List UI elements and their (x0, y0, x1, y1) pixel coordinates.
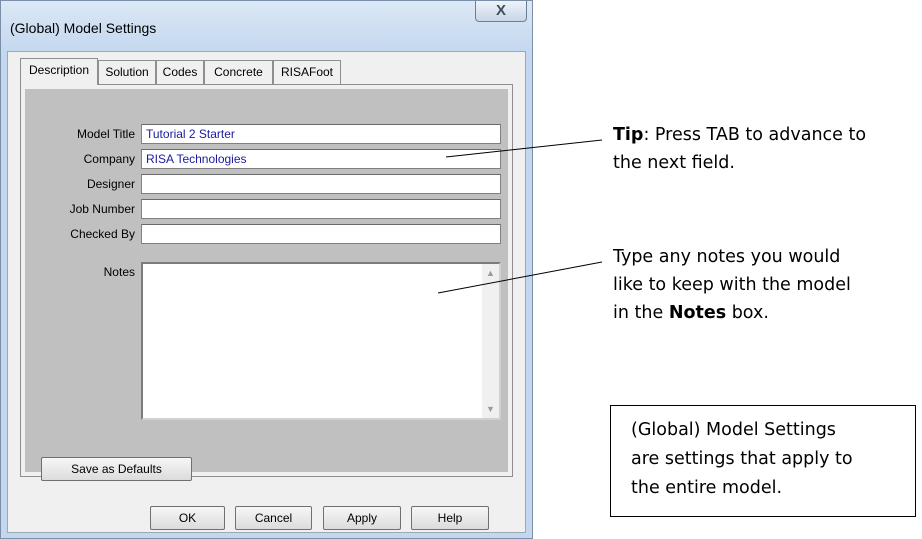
company-input[interactable]: RISA Technologies (141, 149, 501, 169)
designer-label: Designer (86, 177, 135, 191)
model-title-label: Model Title (76, 127, 135, 141)
notes-annotation: Type any notes you would like to keep wi… (613, 243, 851, 327)
notes-annotation-line-3: in the Notes box. (613, 299, 851, 327)
scroll-up-icon[interactable]: ▲ (486, 268, 495, 278)
tab-solution[interactable]: Solution (98, 60, 156, 84)
tab-concrete[interactable]: Concrete (204, 60, 273, 84)
company-label: Company (83, 152, 135, 166)
description-panel: Model Title Tutorial 2 Starter Company R… (20, 84, 513, 477)
notes-annotation-bold: Notes (668, 303, 727, 323)
tab-codes[interactable]: Codes (156, 60, 204, 84)
settings-info-box: (Global) Model Settings are settings tha… (610, 405, 916, 517)
tip-line-2: the next field. (613, 153, 735, 173)
tip-annotation: Tip: Press TAB to advance to the next fi… (613, 121, 866, 177)
help-button[interactable]: Help (411, 506, 489, 530)
model-settings-dialog: (Global) Model Settings X Description So… (0, 0, 533, 539)
notes-textarea[interactable]: ▲ ▼ (141, 262, 501, 420)
job-number-input[interactable] (141, 199, 501, 219)
designer-input[interactable] (141, 174, 501, 194)
cancel-button[interactable]: Cancel (235, 506, 312, 530)
save-as-defaults-button[interactable]: Save as Defaults (41, 457, 192, 481)
close-button[interactable]: X (475, 1, 527, 22)
window-title: (Global) Model Settings (10, 20, 157, 36)
notes-annotation-suffix: box. (726, 303, 769, 323)
ok-button[interactable]: OK (150, 506, 225, 530)
info-box-line-1: (Global) Model Settings (631, 420, 836, 440)
description-form: Model Title Tutorial 2 Starter Company R… (25, 89, 508, 472)
job-number-label: Job Number (69, 202, 135, 216)
title-bar[interactable]: (Global) Model Settings X (1, 1, 532, 51)
tip-line-1-text: : Press TAB to advance to (643, 125, 867, 145)
tip-bold-label: Tip (613, 125, 644, 145)
notes-annotation-line-1: Type any notes you would (613, 247, 841, 267)
tab-risafoot[interactable]: RISAFoot (273, 60, 341, 84)
scroll-down-icon[interactable]: ▼ (486, 404, 495, 414)
dialog-body: Description Solution Codes Concrete RISA… (7, 51, 526, 533)
tip-line-1: Tip: Press TAB to advance to (613, 121, 866, 149)
notes-annotation-line-2: like to keep with the model (613, 275, 851, 295)
notes-scrollbar[interactable]: ▲ ▼ (482, 264, 499, 418)
model-title-input[interactable]: Tutorial 2 Starter (141, 124, 501, 144)
apply-button[interactable]: Apply (323, 506, 401, 530)
checked-by-label: Checked By (70, 227, 135, 241)
info-box-line-2: are settings that apply to (631, 449, 853, 469)
tab-description[interactable]: Description (20, 58, 98, 85)
info-box-line-3: the entire model. (631, 478, 783, 498)
checked-by-input[interactable] (141, 224, 501, 244)
notes-label: Notes (103, 265, 135, 279)
notes-annotation-prefix: in the (613, 303, 669, 323)
